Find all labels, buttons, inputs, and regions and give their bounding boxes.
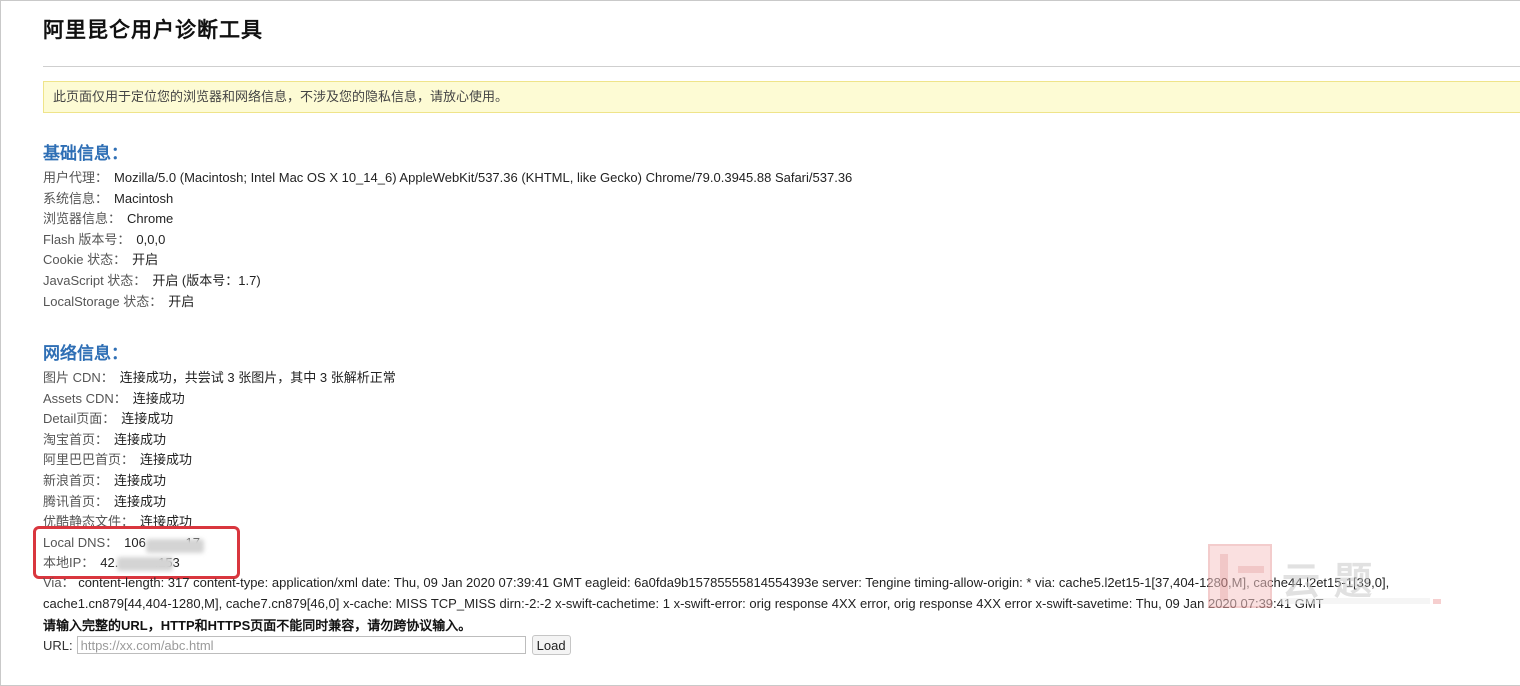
row-label: JavaScript 状态： (43, 272, 147, 288)
info-row-browser: 浏览器信息： Chrome (43, 209, 852, 230)
row-label: LocalStorage 状态： (43, 293, 163, 309)
row-label: Cookie 状态： (43, 252, 127, 268)
row-value: Mozilla/5.0 (Macintosh; Intel Mac OS X 1… (114, 170, 853, 185)
row-value: 连接成功 (114, 431, 167, 447)
via-label: Via： (43, 575, 75, 590)
url-warning: 请输入完整的URL，HTTP和HTTPS页面不能同时兼容，请勿跨协议输入。 (43, 618, 472, 633)
row-value: 开启 (版本号：1.7) (152, 272, 261, 288)
row-label: 系统信息： (43, 190, 109, 206)
row-value: 连接成功 (114, 493, 167, 509)
basic-info-list: 用户代理： Mozilla/5.0 (Macintosh; Intel Mac O… (43, 168, 852, 312)
row-label: Assets CDN： (43, 390, 127, 406)
net-row-sina: 新浪首页： 连接成功 (43, 471, 396, 492)
url-form: URL: Load (43, 635, 571, 655)
info-row-system: 系统信息： Macintosh (43, 189, 852, 210)
privacy-notice: 此页面仅用于定位您的浏览器和网络信息，不涉及您的隐私信息，请放心使用。 (43, 81, 1520, 113)
watermark-tag (1433, 599, 1441, 604)
seal-stamp-icon (1208, 544, 1272, 608)
row-value: 连接成功 (114, 472, 167, 488)
url-label: URL: (43, 637, 73, 653)
net-row-taobao: 淘宝首页： 连接成功 (43, 430, 396, 451)
row-value: 连接成功 (140, 452, 193, 468)
row-value: 开启 (168, 293, 195, 309)
row-value: 开启 (132, 252, 159, 268)
info-row-user-agent: 用户代理： Mozilla/5.0 (Macintosh; Intel Mac O… (43, 168, 852, 189)
network-info-heading: 网络信息： (43, 344, 128, 363)
row-value: Macintosh (114, 190, 174, 206)
row-label: Detail页面： (43, 411, 116, 427)
net-row-detail: Detail页面： 连接成功 (43, 409, 396, 430)
url-input[interactable] (76, 636, 526, 654)
load-button[interactable]: Load (531, 635, 571, 655)
row-label: 浏览器信息： (43, 211, 122, 227)
info-row-localstorage: LocalStorage 状态： 开启 (43, 292, 852, 313)
net-row-alibaba: 阿里巴巴首页： 连接成功 (43, 450, 396, 471)
row-label: 新浪首页： (43, 472, 109, 488)
via-value: content-length: 317 content-type: applic… (43, 575, 1390, 611)
row-value: 连接成功 (121, 411, 174, 427)
net-row-assets-cdn: Assets CDN： 连接成功 (43, 389, 396, 410)
page-title: 阿里昆仑用户诊断工具 (43, 19, 263, 42)
title-divider (43, 66, 1520, 67)
row-label: 用户代理： (43, 170, 109, 185)
info-row-flash: Flash 版本号： 0,0,0 (43, 230, 852, 251)
row-value: 0,0,0 (136, 231, 166, 247)
row-label: 腾讯首页： (43, 493, 109, 509)
watermark-text: 云题 (1282, 558, 1387, 603)
row-label: 阿里巴巴首页： (43, 452, 135, 468)
basic-info-heading: 基础信息： (43, 144, 128, 163)
net-row-tencent: 腾讯首页： 连接成功 (43, 492, 396, 513)
row-label: Flash 版本号： (43, 231, 131, 247)
row-label: 图片 CDN： (43, 370, 114, 385)
row-value: 连接成功 (132, 390, 185, 406)
net-row-image-cdn: 图片 CDN： 连接成功，共尝试 3 张图片，其中 3 张解析正常 (43, 368, 396, 389)
info-row-javascript: JavaScript 状态： 开启 (版本号：1.7) (43, 271, 852, 292)
row-value: Chrome (127, 211, 174, 227)
info-row-cookie: Cookie 状态： 开启 (43, 250, 852, 271)
watermark: 云题 (1208, 544, 1458, 614)
row-label: 淘宝首页： (43, 431, 109, 447)
watermark-bar (1280, 598, 1430, 604)
row-value: 连接成功，共尝试 3 张图片，其中 3 张解析正常 (119, 370, 396, 385)
highlight-box (33, 526, 240, 579)
